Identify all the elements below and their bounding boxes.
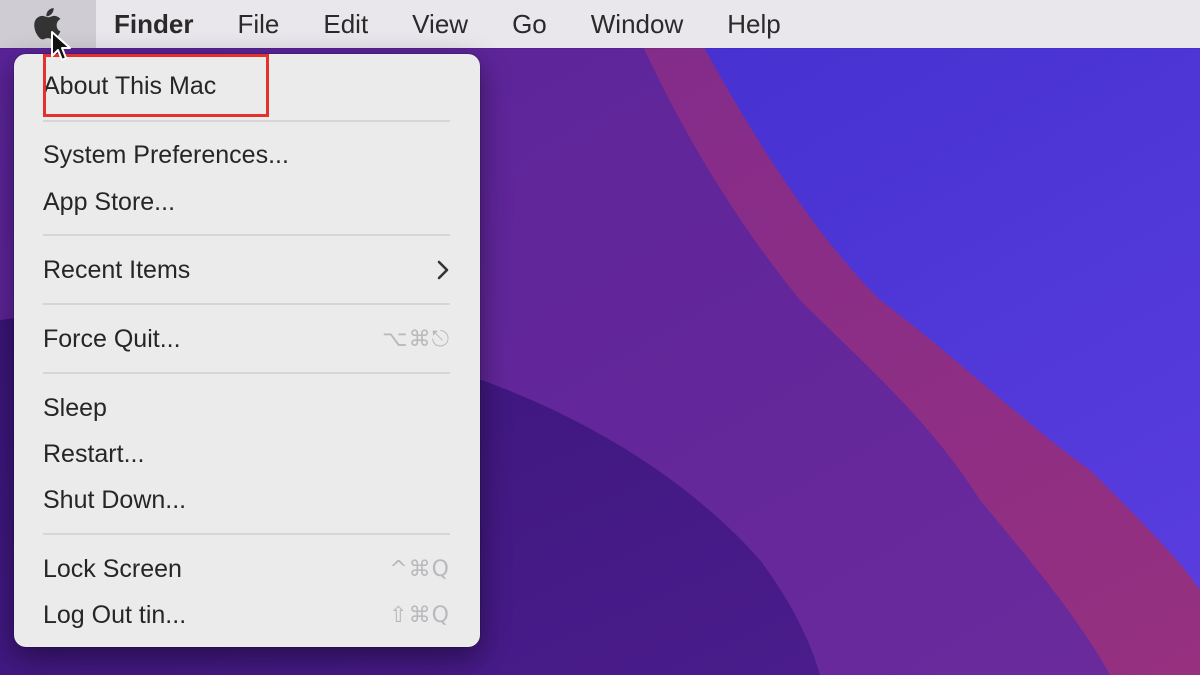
mouse-cursor-icon bbox=[51, 31, 71, 61]
menu-edit[interactable]: Edit bbox=[301, 0, 390, 48]
apple-menu-button[interactable] bbox=[0, 0, 96, 48]
menu-item-label: Log Out tin... bbox=[43, 600, 187, 629]
menu-help[interactable]: Help bbox=[705, 0, 802, 48]
menu-item-system-preferences[interactable]: System Preferences... bbox=[43, 135, 450, 175]
menu-item-label: Restart... bbox=[43, 439, 145, 468]
menu-separator bbox=[43, 372, 450, 374]
menu-separator bbox=[43, 533, 450, 535]
menu-separator bbox=[43, 120, 450, 122]
menu-bar: Finder File Edit View Go Window Help bbox=[0, 0, 1200, 48]
menu-item-shut-down[interactable]: Shut Down... bbox=[43, 480, 450, 520]
menu-view[interactable]: View bbox=[390, 0, 490, 48]
menu-item-label: App Store... bbox=[43, 187, 176, 216]
menu-item-label: Lock Screen bbox=[43, 554, 182, 583]
log-out-shortcut: ⇧⌘Q bbox=[389, 602, 450, 628]
apple-menu-dropdown: About This Mac System Preferences... App… bbox=[14, 54, 480, 647]
menu-item-label: Force Quit... bbox=[43, 324, 181, 353]
menu-item-force-quit[interactable]: Force Quit... ⌥⌘⎋ bbox=[43, 319, 450, 359]
highlight-annotation bbox=[43, 54, 269, 117]
menu-item-restart[interactable]: Restart... bbox=[43, 434, 450, 474]
menu-item-app-store[interactable]: App Store... bbox=[43, 182, 450, 222]
menu-item-label: Shut Down... bbox=[43, 485, 187, 514]
menu-go[interactable]: Go bbox=[490, 0, 569, 48]
chevron-right-icon bbox=[437, 260, 449, 280]
menu-window[interactable]: Window bbox=[569, 0, 705, 48]
menu-item-lock-screen[interactable]: Lock Screen ^⌘Q bbox=[43, 549, 450, 589]
menu-separator bbox=[43, 303, 450, 305]
menu-item-label: Sleep bbox=[43, 393, 107, 422]
menu-finder[interactable]: Finder bbox=[114, 0, 215, 48]
menu-item-recent-items[interactable]: Recent Items bbox=[43, 250, 450, 290]
menu-item-label: Recent Items bbox=[43, 255, 191, 284]
menu-item-log-out[interactable]: Log Out tin... ⇧⌘Q bbox=[43, 595, 450, 635]
force-quit-shortcut: ⌥⌘⎋ bbox=[382, 326, 450, 352]
menu-separator bbox=[43, 234, 450, 236]
menu-file[interactable]: File bbox=[215, 0, 301, 48]
lock-screen-shortcut: ^⌘Q bbox=[389, 556, 450, 582]
desktop: Finder File Edit View Go Window Help Abo… bbox=[0, 0, 1200, 675]
menu-item-sleep[interactable]: Sleep bbox=[43, 388, 450, 428]
menu-item-label: System Preferences... bbox=[43, 140, 289, 169]
